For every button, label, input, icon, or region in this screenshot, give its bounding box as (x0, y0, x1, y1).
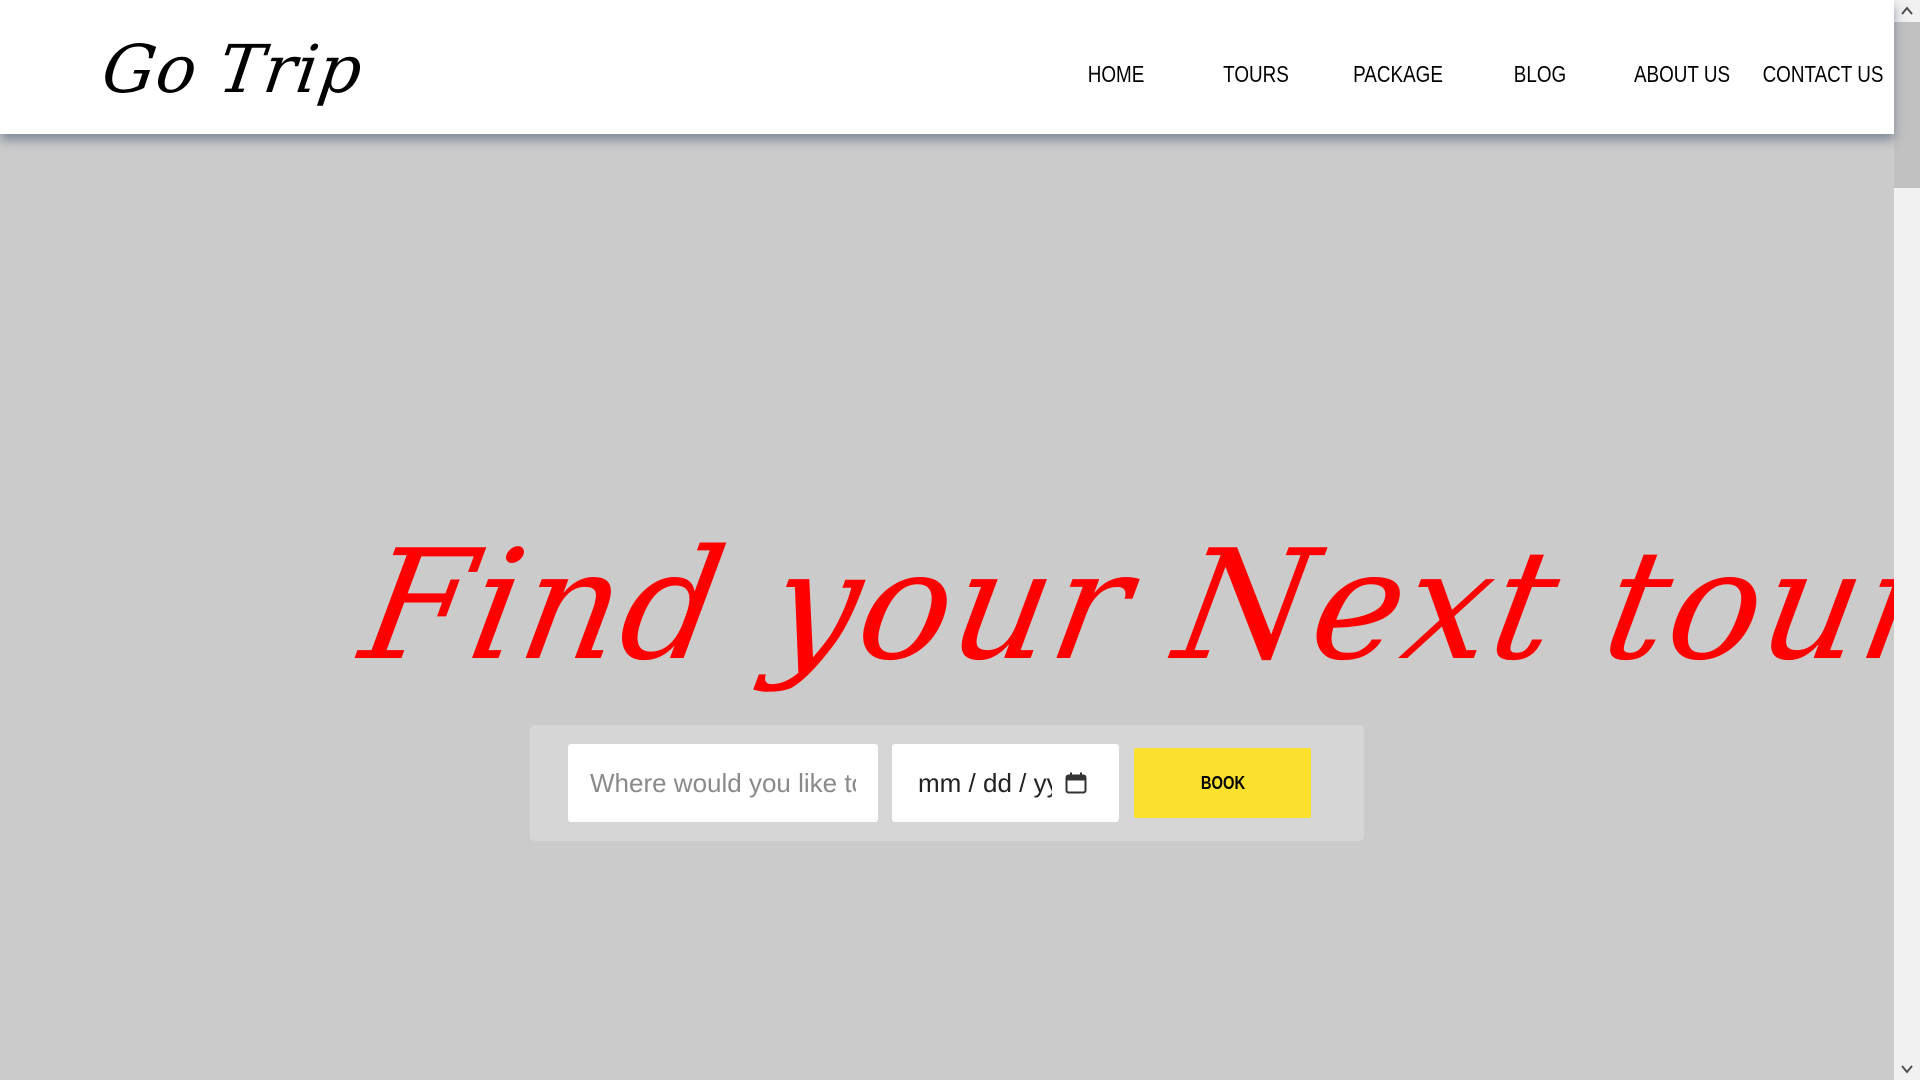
chevron-up-icon[interactable] (1894, 0, 1920, 22)
calendar-icon[interactable] (1064, 771, 1088, 795)
page: Go Trip HOME TOURS PACKAGE BLOG ABOUT US… (0, 0, 1920, 1080)
book-button-label: BOOK (1200, 772, 1245, 793)
date-placeholder: mm / dd / yyyy (918, 768, 1052, 798)
nav-contact-us[interactable]: CONTACT US (1757, 58, 1888, 90)
site-header: Go Trip HOME TOURS PACKAGE BLOG ABOUT US… (0, 0, 1894, 134)
nav-tours[interactable]: TOURS (1190, 58, 1321, 90)
scroll-thumb[interactable] (1894, 22, 1920, 188)
hero-title: Find your Next tour! (350, 517, 1920, 694)
date-input[interactable]: mm / dd / yyyy (892, 744, 1119, 822)
main-nav: HOME TOURS PACKAGE BLOG ABOUT US CONTACT… (0, 58, 1894, 90)
nav-blog[interactable]: BLOG (1474, 58, 1605, 90)
destination-input[interactable] (568, 744, 878, 822)
book-button[interactable]: BOOK (1134, 748, 1311, 818)
nav-about-us[interactable]: ABOUT US (1616, 58, 1747, 90)
page-scrollbar[interactable] (1894, 0, 1920, 1080)
nav-package[interactable]: PACKAGE (1332, 58, 1463, 90)
chevron-down-icon[interactable] (1894, 1058, 1920, 1080)
nav-home[interactable]: HOME (1050, 58, 1181, 90)
